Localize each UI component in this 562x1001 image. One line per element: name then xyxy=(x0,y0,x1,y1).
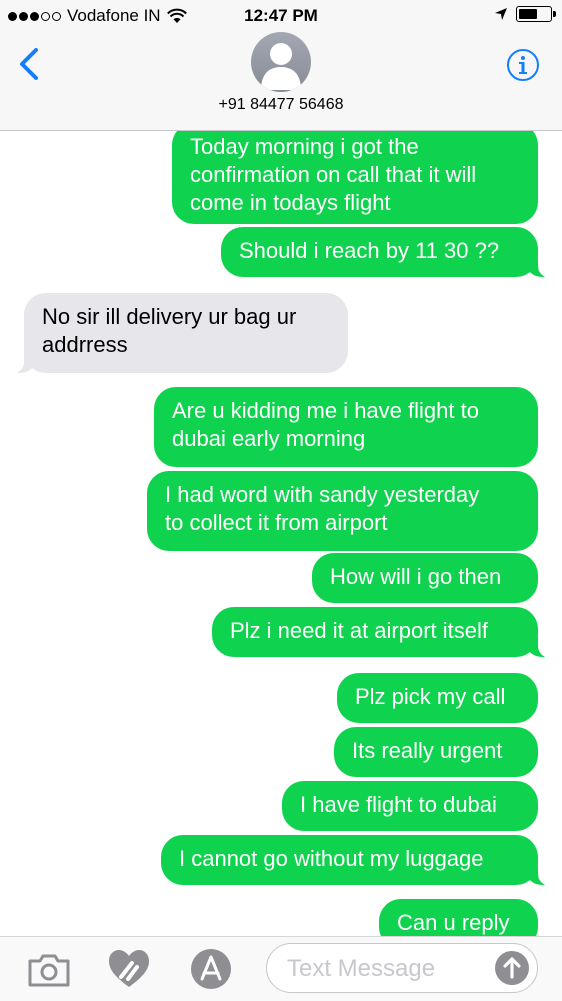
info-icon[interactable] xyxy=(506,48,540,82)
message-bubble[interactable]: Can u reply xyxy=(379,899,538,936)
message-bubble[interactable]: I cannot go without my luggage xyxy=(161,835,556,886)
message-bubble[interactable]: No sir ill delivery ur bag ur addrress xyxy=(6,293,348,374)
digital-touch-icon[interactable] xyxy=(106,947,152,991)
message-bubble[interactable]: Plz i need it at airport itself xyxy=(212,607,556,658)
battery-icon xyxy=(516,6,556,22)
message-bubble[interactable]: Today morning i got the confirmation on … xyxy=(172,131,538,224)
message-bubble[interactable]: Should i reach by 11 30 ?? xyxy=(221,227,556,278)
app-store-icon[interactable] xyxy=(188,947,234,991)
contact-number[interactable]: +91 84477 56468 xyxy=(0,96,562,114)
message-bubble[interactable]: I have flight to dubai xyxy=(282,781,538,831)
camera-icon[interactable] xyxy=(26,947,72,991)
text-message-field[interactable] xyxy=(266,943,538,993)
send-arrow-icon[interactable] xyxy=(495,951,529,985)
message-bubble[interactable]: I had word with sandy yesterday to colle… xyxy=(147,471,538,551)
message-thread[interactable]: Today morning i got the confirmation on … xyxy=(0,131,562,936)
message-bubble[interactable]: Are u kidding me i have flight to dubai … xyxy=(154,387,538,467)
conversation-header: +91 84477 56468 xyxy=(0,32,562,131)
text-message-input[interactable] xyxy=(285,952,489,986)
contact-avatar[interactable] xyxy=(251,32,311,92)
chevron-left-icon[interactable] xyxy=(16,46,44,82)
message-bubble[interactable]: How will i go then xyxy=(312,553,538,603)
person-icon xyxy=(261,43,301,90)
message-input-bar xyxy=(0,936,562,1001)
status-right xyxy=(494,6,556,22)
message-bubble[interactable]: Plz pick my call xyxy=(337,673,538,723)
location-arrow-icon xyxy=(495,8,507,20)
status-time: 12:47 PM xyxy=(244,6,318,25)
message-bubble[interactable]: Its really urgent xyxy=(334,727,538,777)
status-bar: Vodafone IN 12:47 PM xyxy=(0,0,562,32)
